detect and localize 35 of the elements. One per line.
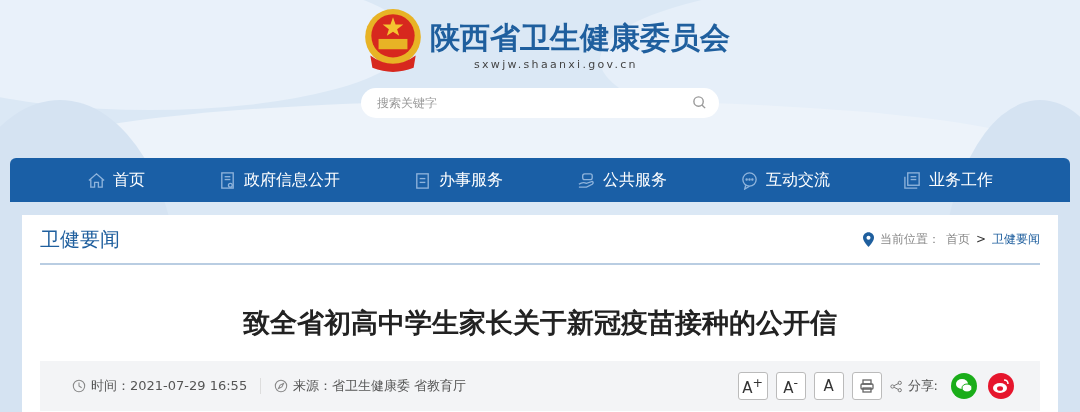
breadcrumb-link[interactable]: 首页 bbox=[945, 230, 970, 248]
font-size-button[interactable]: A bbox=[813, 372, 844, 400]
search-field[interactable]: 搜索关键字 bbox=[361, 88, 719, 118]
site-url: sxwjw.shaanxi.gov.cn bbox=[474, 58, 639, 71]
emblem-icon bbox=[362, 8, 424, 74]
location-pin-icon bbox=[862, 231, 874, 247]
search-icon[interactable] bbox=[692, 95, 707, 110]
nav-item[interactable]: 互动交流 bbox=[739, 169, 830, 191]
font-size-button[interactable]: A$^{-}$ bbox=[775, 372, 806, 400]
home-icon bbox=[86, 170, 106, 190]
breadcrumb-label: 当前位置： bbox=[879, 230, 940, 248]
nav-item[interactable]: 办事服务 bbox=[413, 169, 504, 191]
nav-item[interactable]: 首页 bbox=[86, 169, 145, 191]
site-title: 陕西省卫生健康委员会 bbox=[430, 20, 730, 56]
chat-icon bbox=[739, 170, 759, 190]
printer-icon bbox=[858, 378, 875, 394]
nav-item[interactable]: 政府信息公开 bbox=[218, 169, 340, 191]
doc-icon bbox=[218, 170, 237, 190]
clock-icon bbox=[72, 379, 86, 393]
source-text: 来源：省卫生健康委 省教育厅 bbox=[293, 377, 467, 395]
compass-icon bbox=[274, 379, 289, 393]
book-icon bbox=[903, 170, 923, 190]
breadcrumb-link[interactable]: 卫健要闻 bbox=[992, 230, 1040, 248]
share-icon bbox=[889, 379, 903, 393]
breadcrumb-separator: > bbox=[975, 232, 986, 246]
share-label: 分享: bbox=[907, 377, 938, 395]
section-title: 卫健要闻 bbox=[40, 225, 120, 253]
nav-item[interactable]: 业务工作 bbox=[903, 169, 994, 191]
print-button[interactable] bbox=[851, 372, 882, 400]
article-title: 致全省初高中学生家长关于新冠疫苗接种的公开信 bbox=[242, 306, 838, 340]
time-text: 时间：2021-07-29 16:55 bbox=[91, 377, 248, 395]
chat-bubbles-icon[interactable] bbox=[951, 373, 977, 399]
hand-icon bbox=[576, 170, 596, 190]
nav-item[interactable]: 公共服务 bbox=[576, 169, 667, 191]
font-size-button[interactable]: A$^{+}$ bbox=[737, 372, 768, 400]
